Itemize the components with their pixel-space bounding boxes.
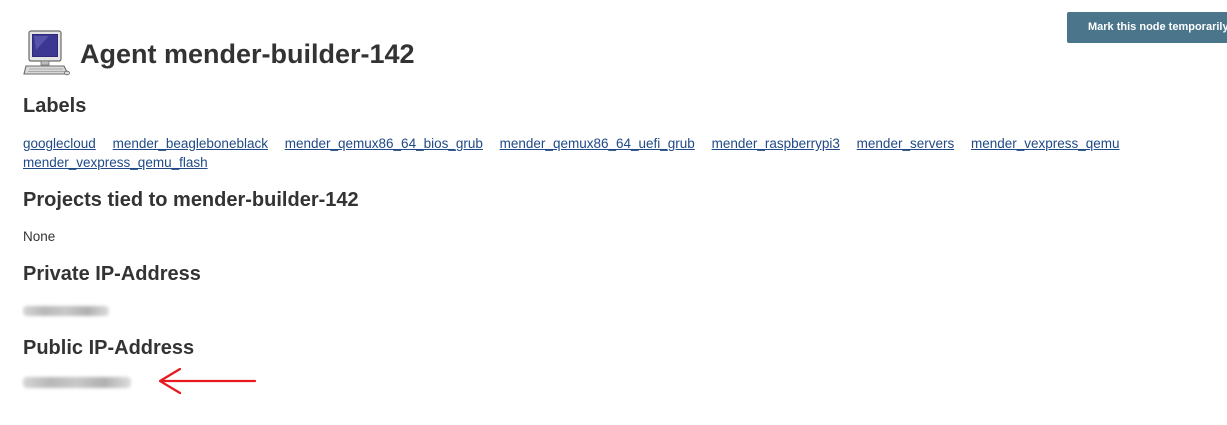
label-link-mender-vexpress-qemu-flash[interactable]: mender_vexpress_qemu_flash (23, 155, 208, 170)
page-title: Agent mender-builder-142 (80, 38, 415, 69)
label-link-mender-qemux86-64-uefi-grub[interactable]: mender_qemux86_64_uefi_grub (500, 136, 695, 151)
projects-value: None (23, 229, 56, 244)
annotation-arrow-icon (158, 367, 257, 395)
mark-node-offline-button[interactable]: Mark this node temporarily offline (1067, 12, 1227, 43)
labels-heading: Labels (23, 95, 87, 117)
private-ip-heading: Private IP-Address (23, 263, 201, 285)
projects-heading: Projects tied to mender-builder-142 (23, 189, 359, 211)
label-link-mender-servers[interactable]: mender_servers (857, 136, 955, 151)
label-link-mender-vexpress-qemu[interactable]: mender_vexpress_qemu (971, 136, 1120, 151)
page-header: Agent mender-builder-142 (23, 30, 415, 78)
label-link-mender-beagleboneblack[interactable]: mender_beagleboneblack (113, 136, 268, 151)
public-ip-value-redacted (23, 377, 131, 388)
computer-icon (23, 30, 71, 76)
private-ip-value-redacted (23, 306, 109, 316)
label-link-googlecloud[interactable]: googlecloud (23, 136, 96, 151)
labels-list-row-1: googlecloud mender_beagleboneblack mende… (23, 137, 1133, 151)
labels-list-row-2: mender_vexpress_qemu_flash (23, 156, 221, 170)
public-ip-heading: Public IP-Address (23, 337, 195, 359)
label-link-mender-qemux86-64-bios-grub[interactable]: mender_qemux86_64_bios_grub (285, 136, 483, 151)
label-link-mender-raspberrypi3[interactable]: mender_raspberrypi3 (712, 136, 840, 151)
